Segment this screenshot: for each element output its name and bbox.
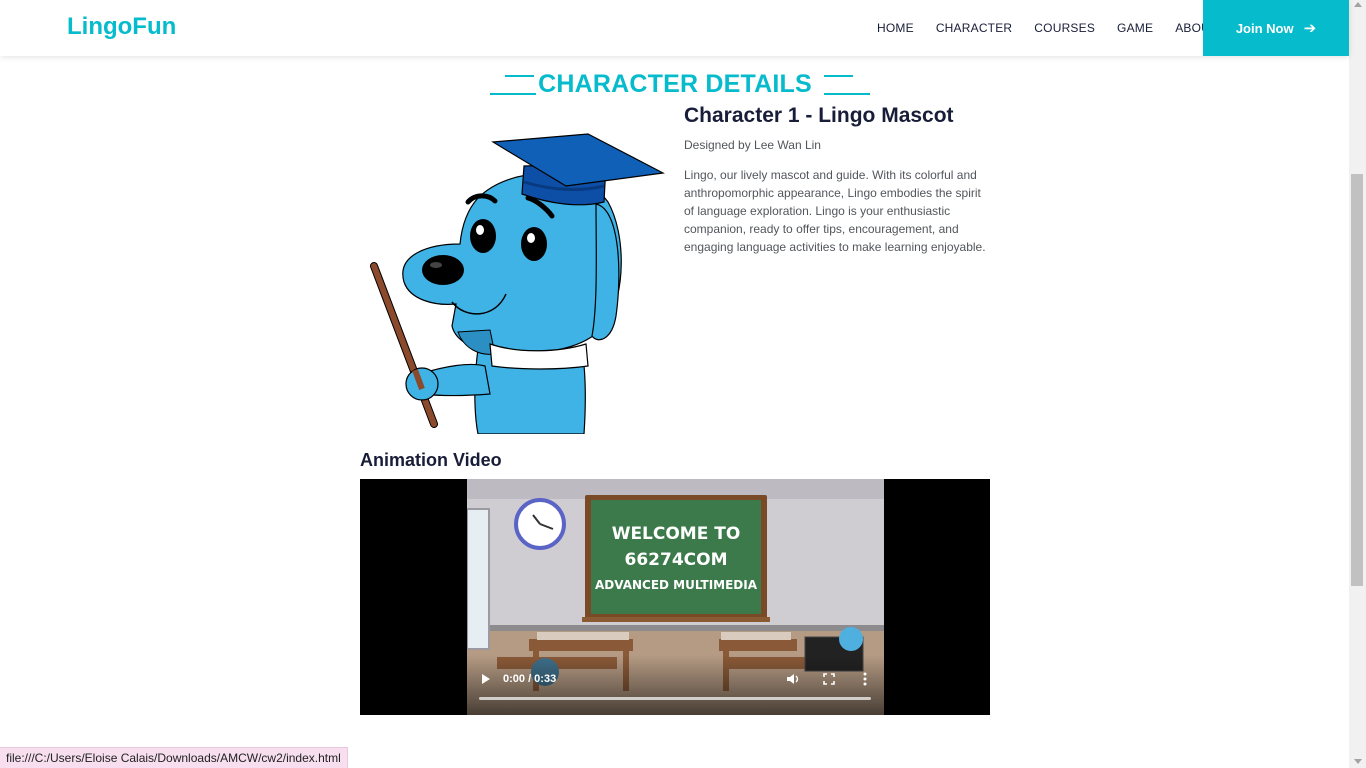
- brand-logo[interactable]: LingoFun: [36, 13, 176, 41]
- character-designer: Designed by Lee Wan Lin: [684, 138, 821, 152]
- join-now-label: Join Now: [1235, 20, 1294, 36]
- brand-name: LingoFun: [67, 13, 177, 40]
- nav-links: HOME CHARACTER COURSES GAME ABOUT: [866, 0, 1229, 56]
- nav-link-character[interactable]: CHARACTER: [925, 21, 1023, 35]
- scroll-down-icon[interactable]: [1354, 759, 1362, 764]
- board-line-3: ADVANCED MULTIMEDIA: [595, 578, 758, 592]
- board-line-2: 66274COM: [625, 550, 728, 570]
- volume-icon[interactable]: [786, 672, 800, 686]
- section-heading: CHARACTER DETAILS: [538, 69, 812, 98]
- animation-video[interactable]: WELCOME TO 66274COM ADVANCED MULTIMEDIA: [360, 479, 990, 715]
- board-line-1: WELCOME TO: [612, 524, 741, 544]
- book-icon: [36, 14, 57, 40]
- play-icon[interactable]: [480, 673, 492, 685]
- nav-link-home[interactable]: HOME: [866, 21, 925, 35]
- scroll-up-icon[interactable]: [1354, 2, 1362, 7]
- nav-link-game[interactable]: GAME: [1106, 21, 1164, 35]
- mascot-image: [370, 133, 665, 434]
- scroll-thumb[interactable]: [1351, 174, 1363, 586]
- title-decoration-left: [490, 71, 537, 97]
- navbar: LingoFun HOME CHARACTER COURSES GAME ABO…: [0, 0, 1349, 56]
- title-decoration-right: [823, 71, 871, 97]
- page-scrollbar[interactable]: [1349, 0, 1366, 768]
- section-title: CHARACTER DETAILS: [490, 68, 871, 100]
- fullscreen-icon[interactable]: [823, 673, 835, 685]
- nav-link-courses[interactable]: COURSES: [1023, 21, 1106, 35]
- video-progress-bar[interactable]: [479, 697, 871, 700]
- status-bar-url: file:///C:/Users/Eloise Calais/Downloads…: [0, 747, 348, 768]
- more-options-icon[interactable]: [862, 672, 868, 686]
- join-now-button[interactable]: Join Now ➔: [1203, 0, 1349, 56]
- character-description: Lingo, our lively mascot and guide. With…: [684, 168, 986, 254]
- video-time: 0:00 / 0:33: [503, 673, 557, 685]
- arrow-right-icon: ➔: [1303, 20, 1317, 37]
- character-title: Character 1 - Lingo Mascot: [684, 104, 954, 127]
- video-heading: Animation Video: [360, 450, 502, 470]
